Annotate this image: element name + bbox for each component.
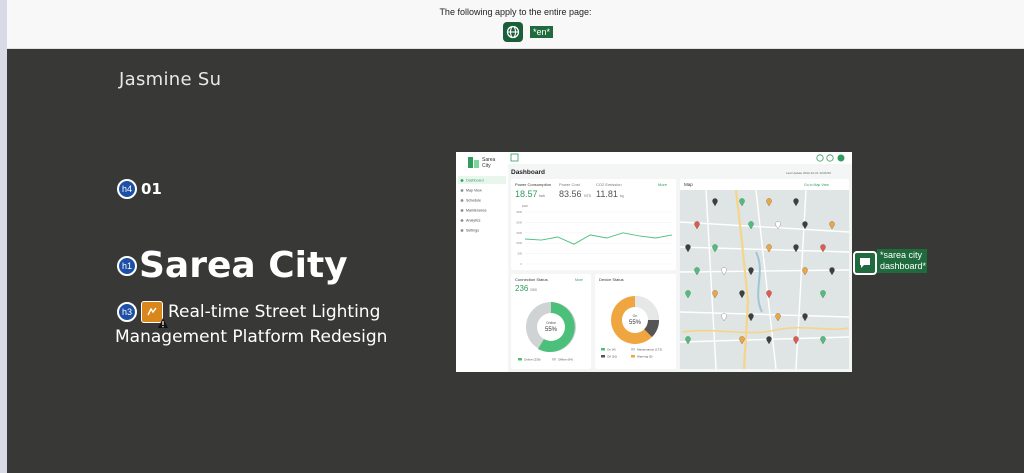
dash-sidebar — [456, 152, 508, 372]
dashboard-illustration: Sarea City DashboardMap ViewScheduleMain… — [456, 152, 852, 372]
dash-connection-value: 236 — [515, 284, 529, 293]
heading-level-badge-h1: h1 — [117, 255, 137, 276]
dash-page-title: Dashboard — [511, 169, 545, 176]
dash-connection-legend-2: Offline (64) — [558, 358, 573, 362]
author-name[interactable]: Jasmine Su — [119, 69, 221, 90]
language-badge: *en* — [530, 26, 554, 38]
dash-nav-item: Settings — [466, 229, 479, 233]
dash-nav-icon — [460, 179, 464, 182]
dash-connection-unit: /300 — [530, 288, 537, 292]
comment-icon[interactable] — [853, 251, 877, 275]
dash-chart-ytick: 2000 — [516, 220, 522, 224]
dash-device-legend-1: On (4) — [607, 348, 616, 352]
dash-map-title: Map — [684, 182, 693, 187]
dash-device-percent: 55% — [629, 320, 642, 326]
dash-power-unit-1: kwh — [539, 194, 545, 198]
subtitle-line-1: Real-time Street Lighting — [168, 302, 381, 322]
page-notice-bar: The following apply to the entire page: … — [7, 0, 1024, 49]
dash-nav-item: Map View — [466, 189, 482, 193]
dash-connection-percent: 55% — [545, 327, 558, 333]
dash-map-link: Go to Map View — [804, 183, 829, 187]
dash-chart-ytick: 500 — [518, 252, 523, 256]
dash-nav-item: Schedule — [466, 199, 481, 203]
dash-connection-center-label: Online — [546, 321, 556, 325]
dash-device-legend-2: Maintenance (173) — [637, 348, 662, 352]
dash-chart-ytick: 1000 — [516, 241, 522, 245]
notice-text: The following apply to the entire page: — [439, 7, 592, 17]
left-rail — [0, 0, 7, 473]
dash-last-update: Last Update 2022-10-31 13:09:50 — [786, 171, 831, 175]
dash-topbar — [508, 152, 852, 164]
heading-level-badge-h4: h4 — [117, 179, 137, 199]
page-title: Sarea City — [139, 245, 348, 286]
hero-section: Jasmine Su h4 01 h1 Sarea City h3 Real-t… — [7, 49, 1024, 473]
dash-nav-item: Maintenance — [466, 209, 487, 213]
heading-level-badge-h3: h3 — [117, 302, 137, 322]
warning-icon[interactable] — [141, 301, 168, 328]
dash-device-legend-4: Warning (5) — [637, 355, 653, 359]
dash-device-center-label: On — [633, 314, 638, 318]
dash-power-tab-2: Power Cost — [559, 182, 581, 187]
dash-power-value-3: 11.81 — [596, 189, 618, 199]
dash-nav-icon — [460, 209, 464, 212]
subtitle-row: h3 Real-time Street Lighting — [117, 301, 381, 328]
dash-power-value-2: 83.56 — [559, 189, 582, 199]
dash-nav-icon — [460, 219, 464, 222]
image-alt-label: *sarea city dashboard* — [877, 249, 927, 273]
dash-logo-line2: City — [482, 163, 491, 169]
dash-power-more: More — [658, 182, 668, 187]
dash-nav-item: Analytics — [466, 219, 481, 223]
dash-nav-item: Dashboard — [466, 179, 484, 183]
dash-chart-ytick: 2500 — [516, 210, 522, 214]
dash-power-unit-2: NTD — [584, 194, 592, 198]
dash-chart-unit: kWh — [522, 204, 528, 208]
dash-nav-icon — [460, 189, 464, 192]
dash-device-legend-3: Off (10) — [607, 355, 617, 359]
dash-connection-legend-1: Online (236) — [524, 358, 541, 362]
dash-connection-more: More — [575, 278, 583, 282]
title-row: h1 Sarea City — [117, 245, 348, 286]
dash-connection-title: Connection Status — [515, 277, 548, 282]
dash-nav-icon — [460, 199, 464, 202]
dash-nav-icon — [460, 229, 464, 232]
dash-power-tab-3: CO2 Emission — [596, 182, 622, 187]
dash-chart-ytick: 1500 — [516, 231, 522, 235]
section-number-row: h4 01 — [117, 179, 162, 199]
dash-power-tab-1: Power Consumption — [515, 182, 551, 187]
dashboard-screenshot: Sarea City Dashboard Map View Schedule Main… — [456, 152, 852, 372]
subtitle-line-2: Management Platform Redesign — [115, 327, 388, 347]
dash-power-unit-3: kg — [620, 194, 624, 198]
dash-user-icon — [837, 154, 845, 162]
dash-power-value-1: 18.57 — [515, 189, 538, 199]
section-number: 01 — [141, 180, 162, 198]
globe-icon[interactable] — [503, 22, 523, 42]
dash-device-title: Device Status — [599, 277, 624, 282]
